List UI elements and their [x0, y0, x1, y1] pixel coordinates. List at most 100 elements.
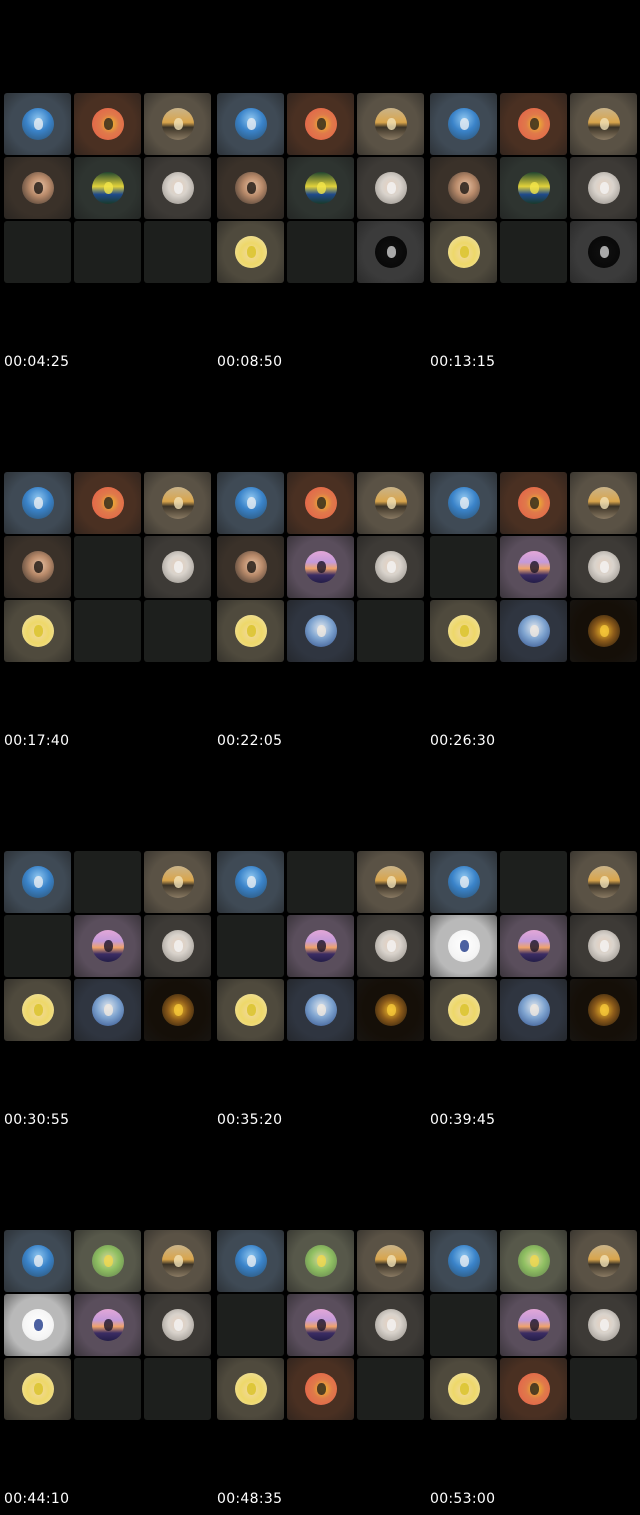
avatar-figure	[387, 939, 397, 952]
avatar-figure	[600, 1254, 610, 1267]
avatar-figure	[387, 245, 397, 258]
man-on-boat-avatar-icon	[304, 615, 337, 647]
white-shirt-man-avatar-icon	[374, 551, 407, 583]
participant-tile	[74, 1294, 141, 1356]
selfie-man-avatar-icon	[21, 551, 54, 583]
participant-tile	[4, 1358, 71, 1420]
empty-participant-tile	[144, 1358, 211, 1420]
sailor-at-sea-avatar-icon	[21, 487, 54, 519]
man-on-boat-avatar-icon	[304, 994, 337, 1026]
avatar-figure	[174, 1254, 184, 1267]
field-player-avatar-icon	[304, 1245, 337, 1277]
frame-timestamp: 00:26:30	[430, 733, 496, 749]
avatar-figure	[387, 181, 397, 194]
sailor-at-sea-avatar-icon	[21, 866, 54, 898]
participant-tile	[570, 1294, 637, 1356]
participant-tile	[570, 1230, 637, 1292]
avatar-figure	[600, 875, 610, 888]
avatar-figure	[530, 1382, 540, 1395]
selfie-man-avatar-icon	[234, 551, 267, 583]
participant-tile	[430, 915, 497, 977]
avatar-figure	[317, 624, 327, 637]
participant-tile	[144, 851, 211, 913]
man-on-boat-avatar-icon	[517, 615, 550, 647]
avatar-figure	[247, 181, 257, 194]
participant-tile	[430, 472, 497, 534]
car-at-sunset-icon	[161, 487, 194, 519]
avatar-figure	[247, 1254, 257, 1267]
car-at-sunset-icon	[587, 866, 620, 898]
avatar-figure	[387, 1254, 397, 1267]
purple-sunset-avatar-icon	[517, 930, 550, 962]
frame-timestamp: 00:08:50	[217, 354, 283, 370]
yellow-cap-man-avatar-icon	[234, 236, 267, 268]
yellow-jersey-player-icon	[304, 1373, 337, 1405]
avatar-figure	[460, 496, 470, 509]
yellow-cap-man-avatar-icon	[447, 236, 480, 268]
avatar-figure	[104, 181, 114, 194]
white-shirt-man-avatar-icon	[161, 551, 194, 583]
sailor-at-sea-avatar-icon	[21, 1245, 54, 1277]
video-frame	[430, 1230, 640, 1425]
dark-yellow-figure-avatar-icon	[161, 994, 194, 1026]
video-frame	[4, 1230, 214, 1425]
participant-tile	[144, 157, 211, 219]
purple-sunset-avatar-icon	[91, 1309, 124, 1341]
yellow-jersey-player-icon	[517, 1373, 550, 1405]
avatar-figure	[174, 939, 184, 952]
avatar-figure	[460, 245, 470, 258]
white-shirt-man-avatar-icon	[587, 1309, 620, 1341]
yellow-cap-man-avatar-icon	[234, 1373, 267, 1405]
participant-tile	[217, 1358, 284, 1420]
avatar-figure	[460, 1382, 470, 1395]
avatar-figure	[600, 624, 610, 637]
yellow-jersey-player-icon	[517, 108, 550, 140]
car-at-sunset-icon	[161, 866, 194, 898]
car-at-sunset-icon	[374, 487, 407, 519]
black-logo-avatar-icon	[374, 236, 407, 268]
frame-timestamp: 00:04:25	[4, 354, 70, 370]
purple-sunset-avatar-icon	[517, 551, 550, 583]
avatar-figure	[460, 1254, 470, 1267]
avatar-figure	[104, 496, 114, 509]
participant-tile	[4, 93, 71, 155]
selfie-man-avatar-icon	[21, 172, 54, 204]
participant-tile	[500, 1358, 567, 1420]
selfie-man-avatar-icon	[234, 172, 267, 204]
dark-yellow-figure-avatar-icon	[587, 994, 620, 1026]
yellow-cap-man-avatar-icon	[234, 994, 267, 1026]
frame-timestamp: 00:44:10	[4, 1491, 70, 1507]
sailor-at-sea-avatar-icon	[234, 1245, 267, 1277]
participant-tile	[570, 536, 637, 598]
participant-tile	[287, 472, 354, 534]
purple-sunset-avatar-icon	[91, 930, 124, 962]
empty-participant-tile	[357, 600, 424, 662]
empty-participant-tile	[500, 851, 567, 913]
avatar-figure	[530, 181, 540, 194]
avatar-figure	[317, 1382, 327, 1395]
participant-tile	[217, 221, 284, 283]
avatar-figure	[387, 1318, 397, 1331]
participant-tile	[217, 93, 284, 155]
participant-tile	[287, 979, 354, 1041]
frame-timestamp: 00:17:40	[4, 733, 70, 749]
participant-tile	[357, 1294, 424, 1356]
avatar-figure	[530, 1318, 540, 1331]
man-on-boat-avatar-icon	[91, 994, 124, 1026]
avatar-figure	[600, 1003, 610, 1016]
participant-tile	[570, 221, 637, 283]
participant-tile	[217, 979, 284, 1041]
participant-tile	[500, 93, 567, 155]
car-at-sunset-icon	[587, 487, 620, 519]
empty-participant-tile	[74, 851, 141, 913]
avatar-figure	[317, 939, 327, 952]
purple-sunset-avatar-icon	[517, 1309, 550, 1341]
avatar-figure	[460, 939, 470, 952]
video-frame	[4, 472, 214, 667]
yellow-cap-man-avatar-icon	[234, 615, 267, 647]
flag-badge-avatar-icon	[447, 930, 480, 962]
empty-participant-tile	[287, 221, 354, 283]
participant-tile	[357, 915, 424, 977]
empty-participant-tile	[500, 221, 567, 283]
participant-tile	[570, 93, 637, 155]
